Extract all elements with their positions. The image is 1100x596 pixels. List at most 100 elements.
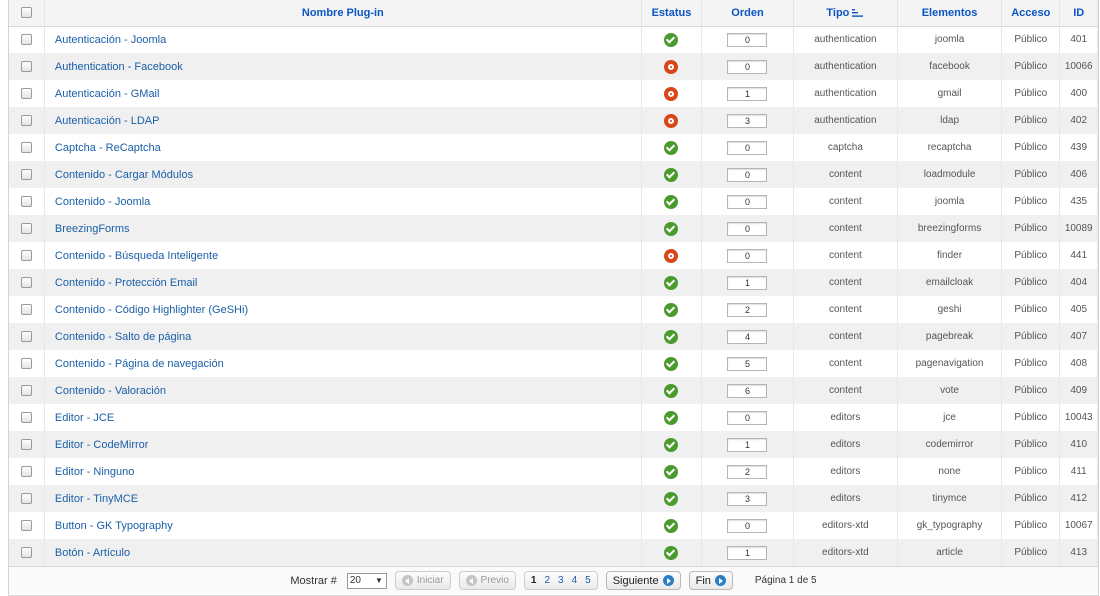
plugin-name-link[interactable]: Autenticación - GMail: [55, 88, 160, 100]
row-checkbox[interactable]: [20, 249, 32, 261]
row-checkbox[interactable]: [20, 195, 32, 207]
order-input[interactable]: 0: [727, 194, 768, 209]
plugin-name-link[interactable]: Editor - CodeMirror: [55, 439, 149, 451]
check-circle-icon[interactable]: [664, 221, 679, 236]
order-input[interactable]: 0: [727, 167, 768, 182]
page-2[interactable]: 2: [544, 575, 550, 586]
header-select-all[interactable]: [9, 0, 45, 27]
disabled-circle-icon[interactable]: [664, 59, 679, 74]
order-input[interactable]: 1: [727, 545, 768, 560]
page-4[interactable]: 4: [572, 575, 578, 586]
order-input[interactable]: 3: [727, 491, 768, 506]
row-checkbox[interactable]: [20, 492, 32, 504]
plugin-name-link[interactable]: Contenido - Cargar Módulos: [55, 169, 193, 181]
plugin-name-link[interactable]: Autenticación - Joomla: [55, 34, 166, 46]
order-input[interactable]: 2: [727, 302, 768, 317]
check-circle-icon[interactable]: [664, 302, 679, 317]
page-1[interactable]: 1: [531, 575, 537, 586]
order-input[interactable]: 0: [727, 518, 768, 533]
element-cell: jce: [897, 404, 1003, 431]
order-input[interactable]: 1: [727, 86, 768, 101]
plugin-name-link[interactable]: Editor - JCE: [55, 412, 114, 424]
order-input[interactable]: 0: [727, 140, 768, 155]
order-input[interactable]: 0: [727, 248, 768, 263]
start-button[interactable]: Iniciar: [394, 571, 451, 590]
header-id[interactable]: ID: [1059, 0, 1098, 27]
check-circle-icon[interactable]: [664, 464, 679, 479]
order-input[interactable]: 0: [727, 221, 768, 236]
row-checkbox[interactable]: [20, 60, 32, 72]
header-type[interactable]: Tipo: [793, 0, 898, 27]
check-circle-icon[interactable]: [664, 410, 679, 425]
plugin-name-link[interactable]: Contenido - Joomla: [55, 196, 150, 208]
header-status[interactable]: Estatus: [641, 0, 703, 27]
row-checkbox[interactable]: [20, 519, 32, 531]
order-input[interactable]: 2: [727, 464, 768, 479]
order-input[interactable]: 4: [727, 329, 768, 344]
row-checkbox[interactable]: [20, 222, 32, 234]
check-circle-icon[interactable]: [664, 32, 679, 47]
disabled-circle-icon[interactable]: [664, 248, 679, 263]
row-checkbox[interactable]: [20, 114, 32, 126]
plugin-name-link[interactable]: Contenido - Página de navegación: [55, 358, 224, 370]
plugin-name-link[interactable]: Autenticación - LDAP: [55, 115, 160, 127]
row-checkbox[interactable]: [20, 357, 32, 369]
check-circle-icon[interactable]: [664, 140, 679, 155]
order-input[interactable]: 5: [727, 356, 768, 371]
end-button[interactable]: Fin: [688, 571, 733, 590]
order-input[interactable]: 0: [727, 59, 768, 74]
order-input[interactable]: 0: [727, 410, 768, 425]
row-checkbox[interactable]: [20, 411, 32, 423]
plugin-name-link[interactable]: BreezingForms: [55, 223, 130, 235]
row-checkbox[interactable]: [20, 303, 32, 315]
order-input[interactable]: 6: [727, 383, 768, 398]
header-elements[interactable]: Elementos: [897, 0, 1003, 27]
order-input[interactable]: 3: [727, 113, 768, 128]
row-checkbox[interactable]: [20, 87, 32, 99]
plugin-name-link[interactable]: Contenido - Código Highlighter (GeSHi): [55, 304, 248, 316]
plugin-name-link[interactable]: Botón - Artículo: [55, 547, 130, 559]
plugin-name-link[interactable]: Contenido - Protección Email: [55, 277, 197, 289]
row-checkbox[interactable]: [20, 438, 32, 450]
row-checkbox[interactable]: [20, 141, 32, 153]
check-circle-icon[interactable]: [664, 329, 679, 344]
check-circle-icon[interactable]: [664, 437, 679, 452]
row-checkbox[interactable]: [20, 168, 32, 180]
check-circle-icon[interactable]: [664, 545, 679, 560]
select-all-checkbox[interactable]: [20, 7, 32, 19]
check-circle-icon[interactable]: [664, 275, 679, 290]
check-circle-icon[interactable]: [664, 167, 679, 182]
order-input[interactable]: 1: [727, 275, 768, 290]
row-checkbox[interactable]: [20, 465, 32, 477]
next-button[interactable]: Siguiente: [605, 571, 681, 590]
order-input[interactable]: 1: [727, 437, 768, 452]
order-input[interactable]: 0: [727, 32, 768, 47]
plugin-name-link[interactable]: Editor - Ninguno: [55, 466, 135, 478]
check-circle-icon[interactable]: [664, 194, 679, 209]
limit-select[interactable]: 20 ▼: [346, 572, 387, 589]
page-3[interactable]: 3: [558, 575, 564, 586]
plugin-name-link[interactable]: Button - GK Typography: [55, 520, 173, 532]
row-checkbox[interactable]: [20, 330, 32, 342]
header-access[interactable]: Acceso: [1001, 0, 1061, 27]
plugin-name-link[interactable]: Captcha - ReCaptcha: [55, 142, 161, 154]
row-checkbox[interactable]: [20, 276, 32, 288]
plugin-name-link[interactable]: Authentication - Facebook: [55, 61, 183, 73]
row-checkbox[interactable]: [20, 384, 32, 396]
plugin-name-link[interactable]: Editor - TinyMCE: [55, 493, 138, 505]
plugin-name-link[interactable]: Contenido - Valoración: [55, 385, 166, 397]
prev-button[interactable]: Previo: [458, 571, 516, 590]
header-order[interactable]: Orden: [701, 0, 794, 27]
plugin-name-link[interactable]: Contenido - Búsqueda Inteligente: [55, 250, 218, 262]
row-checkbox[interactable]: [20, 546, 32, 558]
row-checkbox[interactable]: [20, 34, 32, 46]
check-circle-icon[interactable]: [664, 518, 679, 533]
check-circle-icon[interactable]: [664, 356, 679, 371]
disabled-circle-icon[interactable]: [664, 113, 679, 128]
check-circle-icon[interactable]: [664, 383, 679, 398]
disabled-circle-icon[interactable]: [664, 86, 679, 101]
check-circle-icon[interactable]: [664, 491, 679, 506]
header-name[interactable]: Nombre Plug-in: [44, 0, 642, 27]
page-5[interactable]: 5: [585, 575, 591, 586]
plugin-name-link[interactable]: Contenido - Salto de página: [55, 331, 191, 343]
